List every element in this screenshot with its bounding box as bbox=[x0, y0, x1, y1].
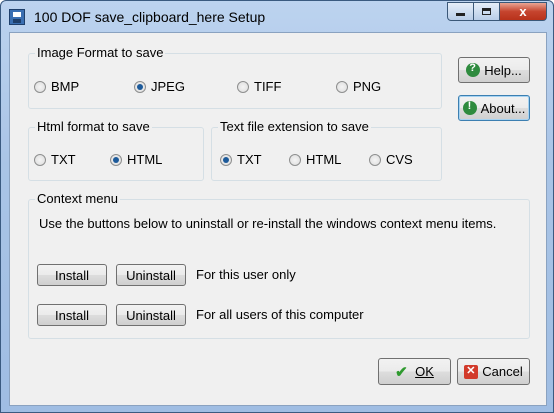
checkmark-icon bbox=[395, 363, 411, 381]
radio-bmp-indicator[interactable] bbox=[34, 80, 46, 93]
info-icon bbox=[462, 100, 477, 115]
all-users-label: For all users of this computer bbox=[196, 307, 364, 322]
radio-ext-html-indicator[interactable] bbox=[289, 153, 301, 166]
radio-png-indicator[interactable] bbox=[336, 80, 348, 93]
radio-tiff-label: TIFF bbox=[254, 79, 282, 94]
image-format-title: Image Format to save bbox=[35, 45, 166, 60]
close-icon: x bbox=[519, 4, 527, 19]
about-button-label: About... bbox=[480, 100, 526, 116]
html-format-title: Html format to save bbox=[35, 119, 152, 134]
radio-html-txt-label: TXT bbox=[51, 152, 76, 167]
radio-html-html-label: HTML bbox=[127, 152, 163, 167]
radio-html-html-indicator[interactable] bbox=[110, 153, 122, 166]
radio-ext-cvs-indicator[interactable] bbox=[369, 153, 381, 166]
html-format-group: Html format to save TXT HTML bbox=[28, 119, 204, 181]
about-button[interactable]: About... bbox=[458, 95, 530, 121]
cancel-button[interactable]: Cancel bbox=[457, 358, 530, 385]
minimize-button[interactable] bbox=[447, 2, 474, 21]
context-menu-group: Context menu Use the buttons below to un… bbox=[28, 191, 530, 339]
dialog-client-area: Image Format to save BMP JPEG TIFF PNG H… bbox=[9, 32, 547, 406]
uninstall-user-button[interactable]: Uninstall bbox=[116, 264, 186, 286]
cancel-button-label: Cancel bbox=[482, 364, 523, 379]
help-icon bbox=[466, 62, 481, 77]
context-menu-title: Context menu bbox=[35, 191, 120, 206]
text-extension-title: Text file extension to save bbox=[218, 119, 371, 134]
maximize-button[interactable] bbox=[474, 2, 500, 21]
radio-png-label: PNG bbox=[353, 79, 382, 94]
radio-png[interactable]: PNG bbox=[336, 79, 381, 94]
help-button[interactable]: Help... bbox=[458, 57, 530, 83]
help-button-label: Help... bbox=[484, 62, 522, 78]
radio-ext-cvs-label: CVS bbox=[386, 152, 413, 167]
radio-ext-cvs[interactable]: CVS bbox=[369, 152, 413, 167]
window-title: 100 DOF save_clipboard_here Setup bbox=[34, 9, 266, 25]
radio-ext-html[interactable]: HTML bbox=[289, 152, 341, 167]
ok-button-label: OK bbox=[415, 364, 434, 379]
context-menu-description: Use the buttons below to uninstall or re… bbox=[39, 216, 497, 231]
radio-html-txt[interactable]: TXT bbox=[34, 152, 76, 167]
ok-button[interactable]: OK bbox=[378, 358, 451, 385]
text-extension-group: Text file extension to save TXT HTML CVS bbox=[211, 119, 442, 181]
uninstall-all-button[interactable]: Uninstall bbox=[116, 304, 186, 326]
close-button[interactable]: x bbox=[500, 2, 547, 21]
radio-ext-html-label: HTML bbox=[306, 152, 342, 167]
caption-buttons: x bbox=[447, 2, 547, 21]
radio-html-txt-indicator[interactable] bbox=[34, 153, 46, 166]
maximize-icon bbox=[482, 8, 491, 15]
radio-jpeg-indicator[interactable] bbox=[134, 80, 146, 93]
image-format-group: Image Format to save BMP JPEG TIFF PNG bbox=[28, 45, 442, 109]
install-user-button[interactable]: Install bbox=[37, 264, 107, 286]
title-bar[interactable]: 100 DOF save_clipboard_here Setup x bbox=[1, 1, 553, 33]
radio-tiff-indicator[interactable] bbox=[237, 80, 249, 93]
radio-ext-txt-label: TXT bbox=[237, 152, 262, 167]
floppy-disk-icon bbox=[9, 9, 25, 25]
cancel-icon bbox=[464, 364, 479, 379]
this-user-label: For this user only bbox=[196, 267, 296, 282]
install-all-button[interactable]: Install bbox=[37, 304, 107, 326]
minimize-icon bbox=[456, 13, 465, 16]
radio-ext-txt[interactable]: TXT bbox=[220, 152, 262, 167]
radio-bmp[interactable]: BMP bbox=[34, 79, 79, 94]
radio-bmp-label: BMP bbox=[51, 79, 80, 94]
radio-tiff[interactable]: TIFF bbox=[237, 79, 281, 94]
radio-html-html[interactable]: HTML bbox=[110, 152, 162, 167]
radio-ext-txt-indicator[interactable] bbox=[220, 153, 232, 166]
radio-jpeg[interactable]: JPEG bbox=[134, 79, 185, 94]
setup-window: 100 DOF save_clipboard_here Setup x Imag… bbox=[0, 0, 554, 413]
radio-jpeg-label: JPEG bbox=[151, 79, 185, 94]
